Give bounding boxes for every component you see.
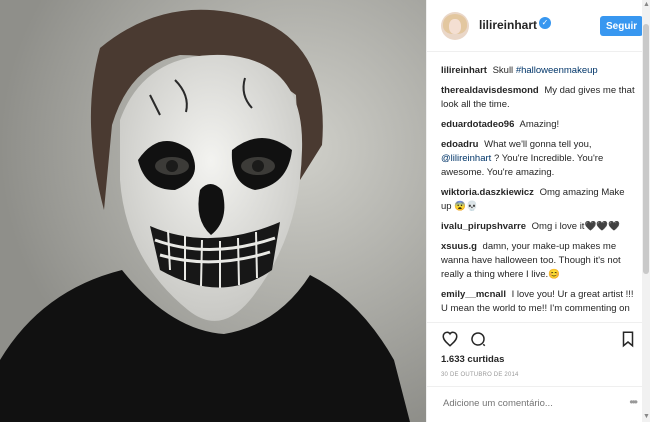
comment-item: eduardotadeo96 Amazing! [441,118,637,132]
post-details-panel: lilireinhart ✓ Seguir lilireinhart Skull… [426,0,650,422]
comment-item: therealdavisdesmond My dad gives me that… [441,84,637,112]
follow-button[interactable]: Seguir [600,16,643,36]
add-comment-bar: ••• [427,386,650,422]
more-options-icon[interactable]: ••• [629,396,637,408]
comment-input[interactable] [441,397,615,410]
post-date: 30 DE OUTUBRO DE 2014 [441,372,519,378]
post-photo[interactable] [0,0,426,422]
comment-text: Amazing! [519,119,560,130]
comment-item: emily__mcnall I love you! Ur a great art… [441,288,637,318]
likes-count[interactable]: 1.633 curtidas [441,354,504,365]
post-actions-bar [427,322,650,355]
comments-list: lilireinhart Skull #halloweenmakeup ther… [441,64,637,318]
comment-author-link[interactable]: xsuus.g [441,241,477,252]
instagram-post-viewer: lilireinhart ✓ Seguir lilireinhart Skull… [0,0,650,422]
comment-item: edoadru What we'll gonna tell you, @lili… [441,138,637,180]
comment-item: xsuus.g damn, your make-up makes me wann… [441,240,637,282]
comment-text: Omg i love it🖤🖤🖤 [531,221,620,232]
vertical-scrollbar[interactable]: ▲ ▼ [642,0,650,422]
verified-badge-icon: ✓ [539,17,551,29]
mention-link[interactable]: @lilireinhart [441,153,491,164]
comment-author-link[interactable]: emily__mcnall [441,289,506,300]
comment-author-link[interactable]: lilireinhart [441,65,487,76]
avatar-face-shape [449,19,461,34]
comment-text: What we'll gonna tell you, [484,139,592,150]
comment-item: lilireinhart Skull #halloweenmakeup [441,64,637,78]
skull-makeup-portrait-image [0,0,426,422]
comment-author-link[interactable]: edoadru [441,139,478,150]
scroll-up-icon[interactable]: ▲ [643,0,650,10]
post-author-username[interactable]: lilireinhart [479,18,537,32]
heart-icon[interactable] [441,330,459,348]
post-header: lilireinhart ✓ Seguir [427,0,650,52]
comment-author-link[interactable]: therealdavisdesmond [441,85,539,96]
comment-item: ivalu_pirupshvarre Omg i love it🖤🖤🖤 [441,220,637,234]
comment-author-link[interactable]: eduardotadeo96 [441,119,514,130]
bookmark-icon[interactable] [619,330,637,348]
hashtag-link[interactable]: #halloweenmakeup [516,65,598,76]
comment-text: Skull [492,65,516,76]
avatar[interactable] [441,12,469,40]
comment-item: wiktoria.daszkiewicz Omg amazing Make up… [441,186,637,214]
comment-author-link[interactable]: wiktoria.daszkiewicz [441,187,534,198]
comment-icon[interactable] [469,330,487,348]
comment-author-link[interactable]: ivalu_pirupshvarre [441,221,526,232]
scroll-down-icon[interactable]: ▼ [643,412,650,422]
scrollbar-thumb[interactable] [643,24,649,274]
